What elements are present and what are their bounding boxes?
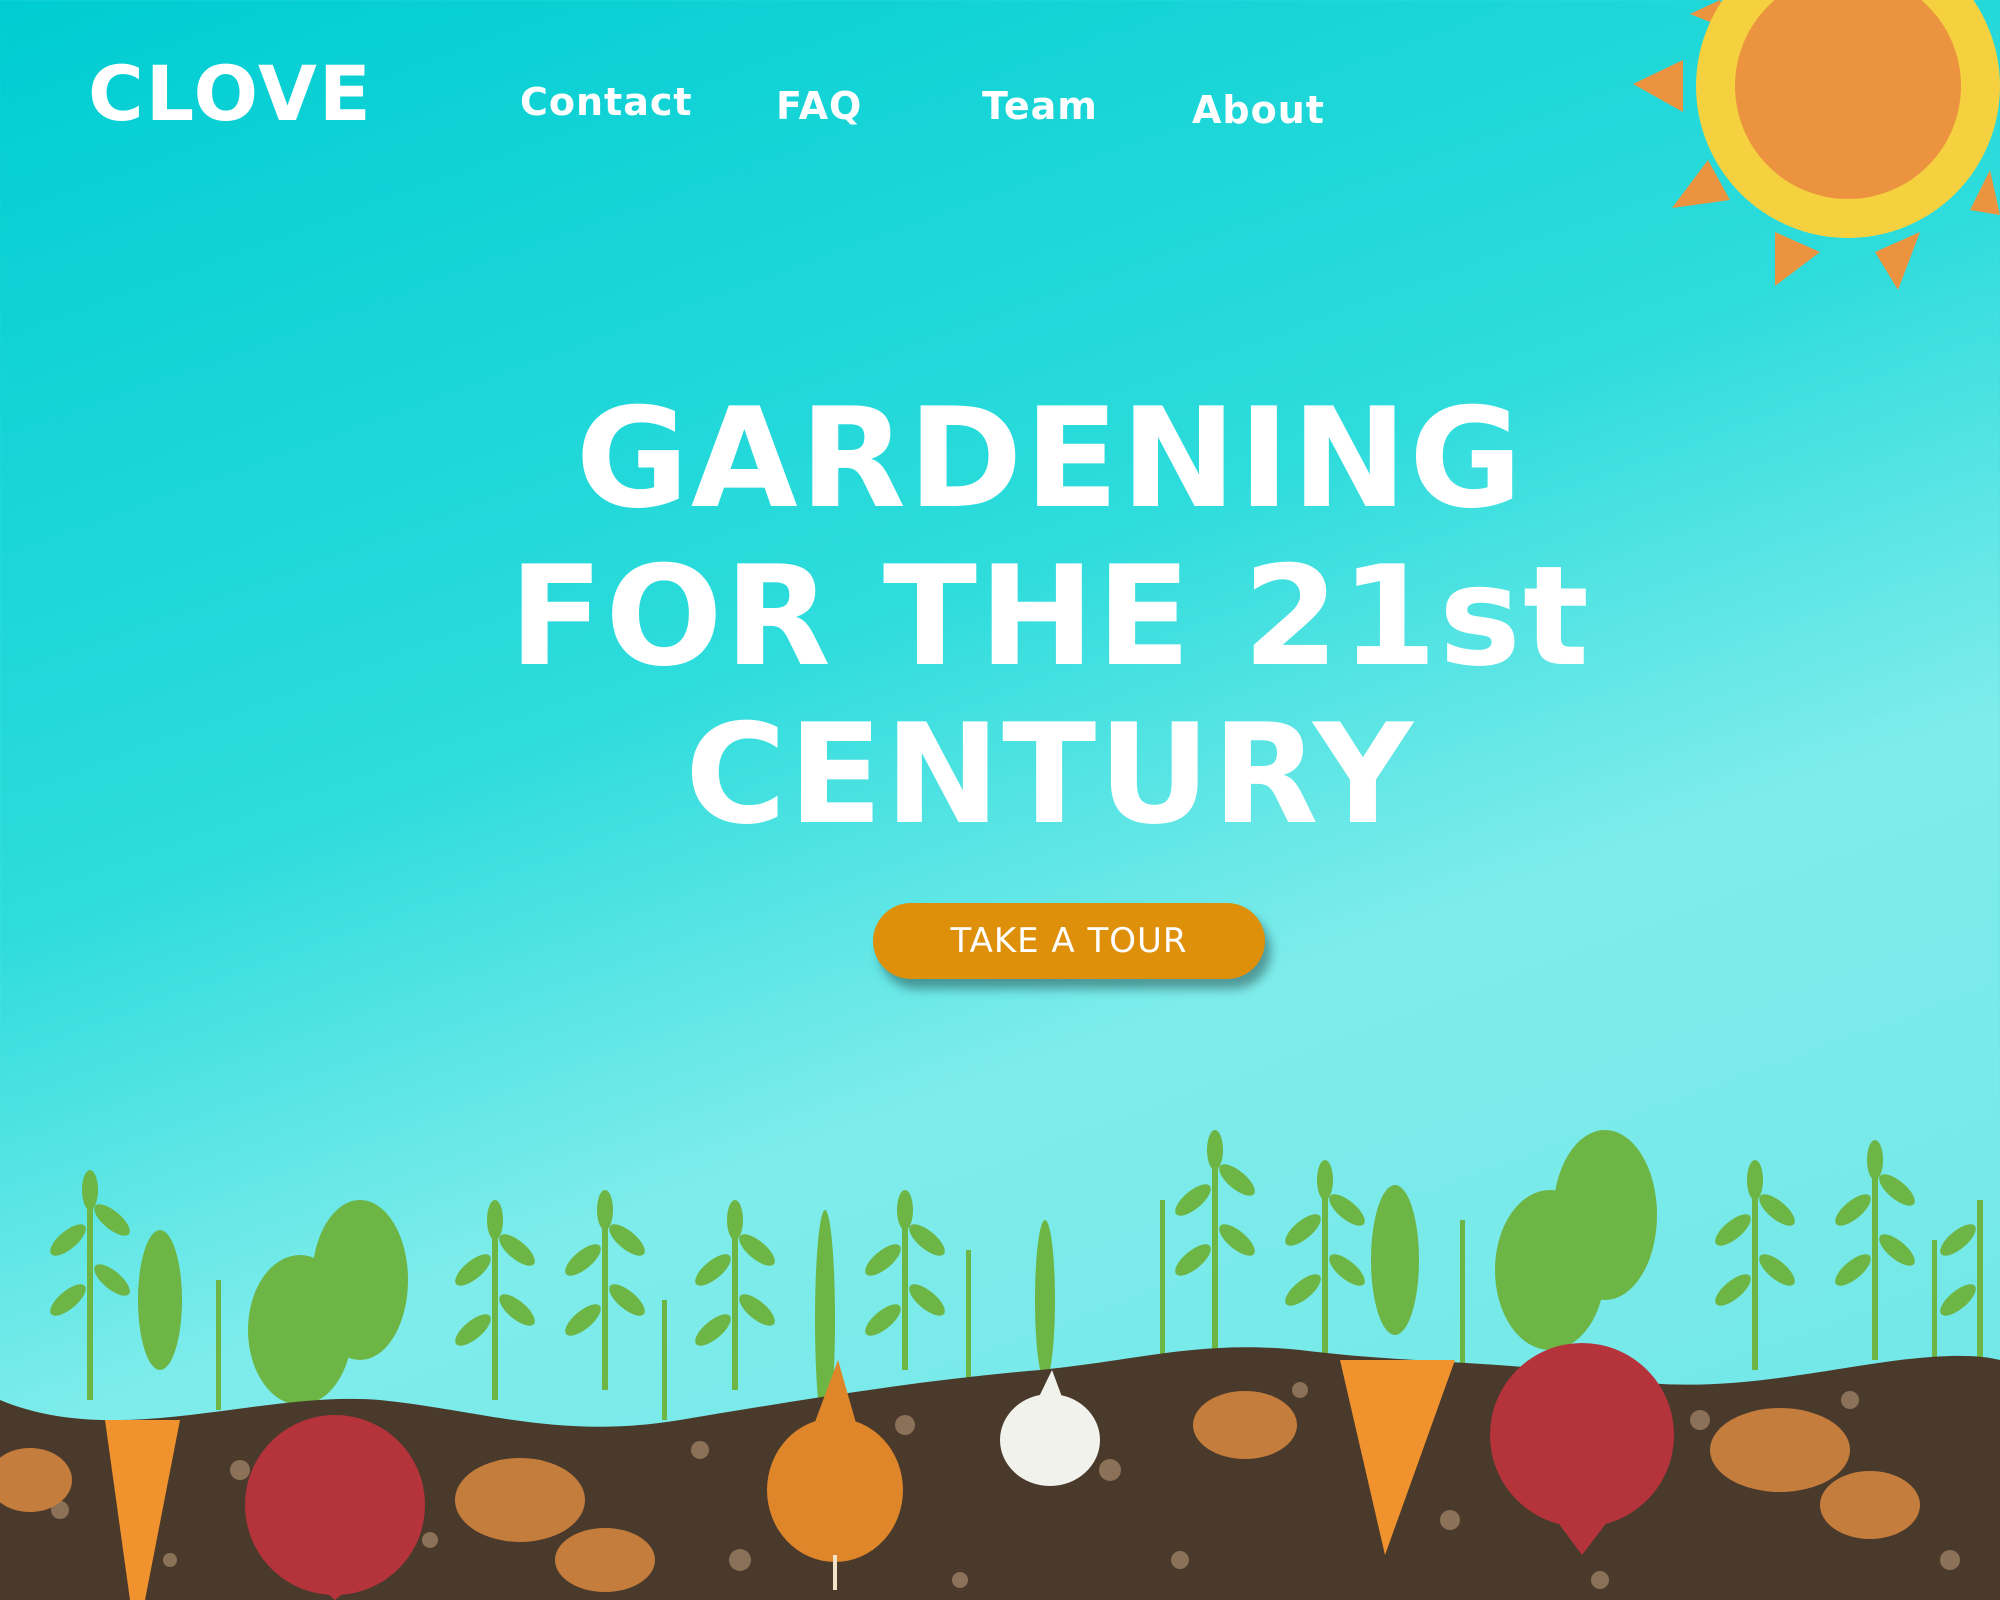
garden-illustration: [0, 1130, 2000, 1600]
